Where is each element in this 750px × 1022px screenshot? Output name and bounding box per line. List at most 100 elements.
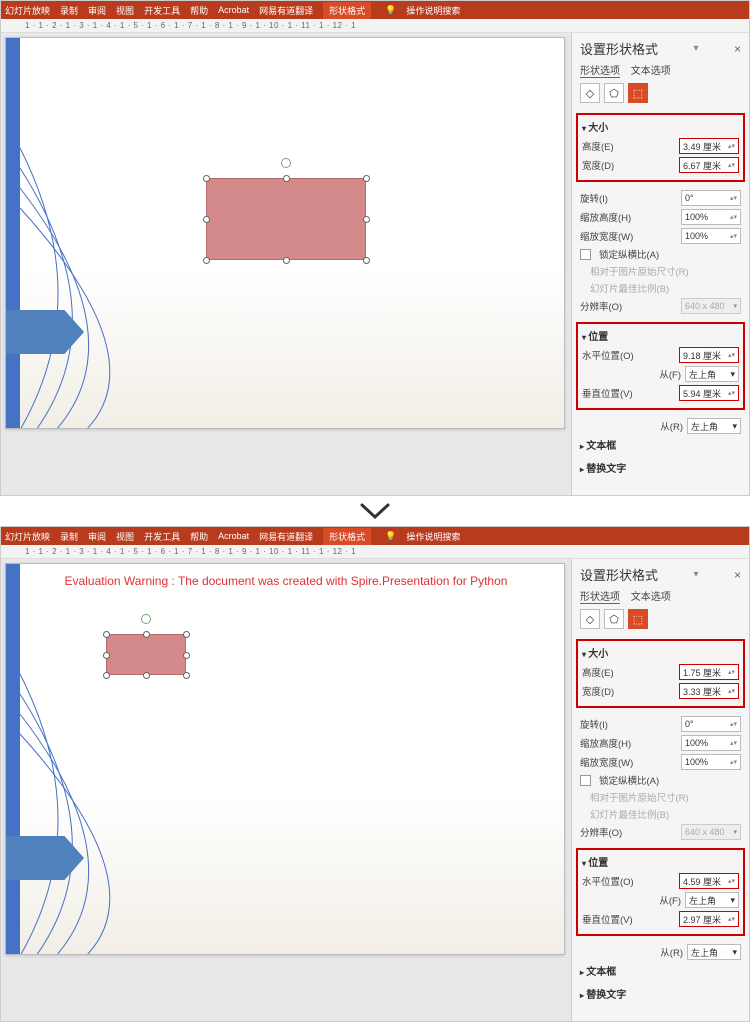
label-from-r: 从(R) (580, 419, 683, 433)
ribbon-tab[interactable]: Acrobat (218, 531, 249, 541)
workspace: 设置形状格式 ▾ × 形状选项 文本选项 ◇ ⬠ ⬚ 大小 高度(E)3.49 … (1, 33, 749, 495)
rectangle-shape[interactable] (206, 178, 366, 260)
fill-line-icon[interactable]: ◇ (580, 609, 600, 629)
label-scale-h: 缩放高度(H) (580, 210, 677, 224)
dropdown-from-v[interactable]: 左上角▾ (687, 418, 741, 434)
ribbon-tab[interactable]: 帮助 (190, 530, 208, 543)
ribbon-tab[interactable]: 审阅 (88, 530, 106, 543)
app-top: 幻灯片放映 录制 审阅 视图 开发工具 帮助 Acrobat 网易有道翻译 形状… (0, 0, 750, 496)
section-size-extra: 旋转(I) 0°▴▾ 缩放高度(H) 100%▴▾ 缩放宽度(W) 100%▴▾ 锁定… (580, 190, 741, 314)
ruler: 1 · 1 · 2 · 1 · 3 · 1 · 4 · 1 · 5 · 1 · … (1, 545, 749, 559)
section-size-head[interactable]: 大小 (582, 645, 739, 660)
input-rotation[interactable]: 0°▴▾ (681, 190, 741, 206)
bulb-icon: 💡 (385, 5, 396, 16)
input-height[interactable]: 1.75 厘米▴▾ (679, 664, 739, 680)
panel-title: 设置形状格式 (580, 39, 658, 58)
label-rotation: 旋转(I) (580, 191, 677, 205)
ruler: 1 · 1 · 2 · 1 · 3 · 1 · 4 · 1 · 5 · 1 · … (1, 19, 749, 33)
label-width: 宽度(D) (582, 684, 675, 698)
rectangle-shape[interactable] (106, 634, 186, 675)
checkbox-lock-ratio[interactable] (580, 249, 591, 260)
label-pos-v: 垂直位置(V) (582, 912, 675, 926)
label-pos-h: 水平位置(O) (582, 874, 675, 888)
section-textbox-head[interactable]: 文本框 (580, 437, 741, 452)
input-scale-h[interactable]: 100%▴▾ (681, 735, 741, 751)
ribbon-tab[interactable]: 录制 (60, 4, 78, 17)
close-icon[interactable]: × (734, 42, 741, 56)
label-lock-ratio: 锁定纵横比(A) (599, 247, 741, 261)
input-width[interactable]: 6.67 厘米▴▾ (679, 157, 739, 173)
evaluation-warning: Evaluation Warning : The document was cr… (56, 574, 516, 590)
slide[interactable] (5, 37, 565, 429)
ribbon-tab-shape-format[interactable]: 形状格式 (323, 528, 371, 545)
ribbon-tab[interactable]: 帮助 (190, 4, 208, 17)
subtab-text[interactable]: 文本选项 (631, 66, 671, 77)
input-pos-v[interactable]: 5.94 厘米▴▾ (679, 385, 739, 401)
label-scale-w: 缩放宽度(W) (580, 755, 677, 769)
tell-me[interactable]: 操作说明搜索 (406, 4, 460, 17)
subtab-shape[interactable]: 形状选项 (580, 66, 620, 78)
input-scale-w[interactable]: 100%▴▾ (681, 228, 741, 244)
subtab-shape[interactable]: 形状选项 (580, 592, 620, 604)
section-size-extra: 旋转(I)0°▴▾ 缩放高度(H)100%▴▾ 缩放宽度(W)100%▴▾ 锁定… (580, 716, 741, 840)
section-textbox-head[interactable]: 文本框 (580, 963, 741, 978)
label-height: 高度(E) (582, 665, 675, 679)
ribbon-tab[interactable]: 幻灯片放映 (5, 530, 50, 543)
chevron-down-icon (358, 501, 392, 521)
panel-subtabs: 形状选项 文本选项 (580, 62, 741, 77)
section-size-head[interactable]: 大小 (582, 119, 739, 134)
dropdown-from-h[interactable]: 左上角▾ (685, 366, 739, 382)
section-position: 位置 水平位置(O)9.18 厘米▴▾ 从(F)左上角▾ 垂直位置(V)5.94… (576, 322, 745, 410)
section-alttext-head[interactable]: 替换文字 (580, 986, 741, 1001)
input-pos-h[interactable]: 9.18 厘米▴▾ (679, 347, 739, 363)
size-properties-icon[interactable]: ⬚ (628, 609, 648, 629)
slide[interactable]: Evaluation Warning : The document was cr… (5, 563, 565, 955)
input-pos-h[interactable]: 4.59 厘米▴▾ (679, 873, 739, 889)
ribbon-tab[interactable]: 网易有道翻译 (259, 530, 313, 543)
label-resolution: 分辨率(O) (580, 299, 677, 313)
input-width[interactable]: 3.33 厘米▴▾ (679, 683, 739, 699)
close-icon[interactable]: × (734, 568, 741, 582)
ribbon-tab[interactable]: 视图 (116, 4, 134, 17)
format-shape-panel: 设置形状格式 ▾ × 形状选项 文本选项 ◇ ⬠ ⬚ 大小 高度(E)3.49 … (571, 33, 749, 495)
ribbon-tab[interactable]: 开发工具 (144, 530, 180, 543)
checkbox-lock-ratio[interactable] (580, 775, 591, 786)
panel-chevron-icon[interactable]: ▾ (693, 569, 698, 580)
input-rotation[interactable]: 0°▴▾ (681, 716, 741, 732)
ribbon-tab-shape-format[interactable]: 形状格式 (323, 2, 371, 19)
ribbon-tab[interactable]: 视图 (116, 530, 134, 543)
input-height[interactable]: 3.49 厘米▴▾ (679, 138, 739, 154)
ribbon-tab[interactable]: 开发工具 (144, 4, 180, 17)
tell-me[interactable]: 操作说明搜索 (406, 530, 460, 543)
label-rotation: 旋转(I) (580, 717, 677, 731)
ribbon-tab[interactable]: Acrobat (218, 5, 249, 15)
input-scale-w[interactable]: 100%▴▾ (681, 754, 741, 770)
effects-icon[interactable]: ⬠ (604, 83, 624, 103)
ribbon: 幻灯片放映 录制 审阅 视图 开发工具 帮助 Acrobat 网易有道翻译 形状… (1, 1, 749, 19)
workspace: Evaluation Warning : The document was cr… (1, 559, 749, 1021)
panel-subtabs: 形状选项 文本选项 (580, 588, 741, 603)
size-properties-icon[interactable]: ⬚ (628, 83, 648, 103)
section-position-head[interactable]: 位置 (582, 854, 739, 869)
subtab-text[interactable]: 文本选项 (631, 592, 671, 603)
input-scale-h[interactable]: 100%▴▾ (681, 209, 741, 225)
ribbon-tab[interactable]: 网易有道翻译 (259, 4, 313, 17)
dropdown-from-v[interactable]: 左上角▾ (687, 944, 741, 960)
input-resolution: 640 x 480▾ (681, 824, 741, 840)
effects-icon[interactable]: ⬠ (604, 609, 624, 629)
divider-chevron (0, 496, 750, 526)
section-position-head[interactable]: 位置 (582, 328, 739, 343)
canvas-area: Evaluation Warning : The document was cr… (1, 559, 571, 1021)
section-alttext-head[interactable]: 替换文字 (580, 460, 741, 475)
panel-chevron-icon[interactable]: ▾ (693, 43, 698, 54)
label-scale-w: 缩放宽度(W) (580, 229, 677, 243)
ribbon-tab[interactable]: 幻灯片放映 (5, 4, 50, 17)
dropdown-from-h[interactable]: 左上角▾ (685, 892, 739, 908)
section-position: 位置 水平位置(O)4.59 厘米▴▾ 从(F)左上角▾ 垂直位置(V)2.97… (576, 848, 745, 936)
fill-line-icon[interactable]: ◇ (580, 83, 600, 103)
label-width: 宽度(D) (582, 158, 675, 172)
ribbon-tab[interactable]: 录制 (60, 530, 78, 543)
input-pos-v[interactable]: 2.97 厘米▴▾ (679, 911, 739, 927)
ribbon-tab[interactable]: 审阅 (88, 4, 106, 17)
input-resolution: 640 x 480▾ (681, 298, 741, 314)
